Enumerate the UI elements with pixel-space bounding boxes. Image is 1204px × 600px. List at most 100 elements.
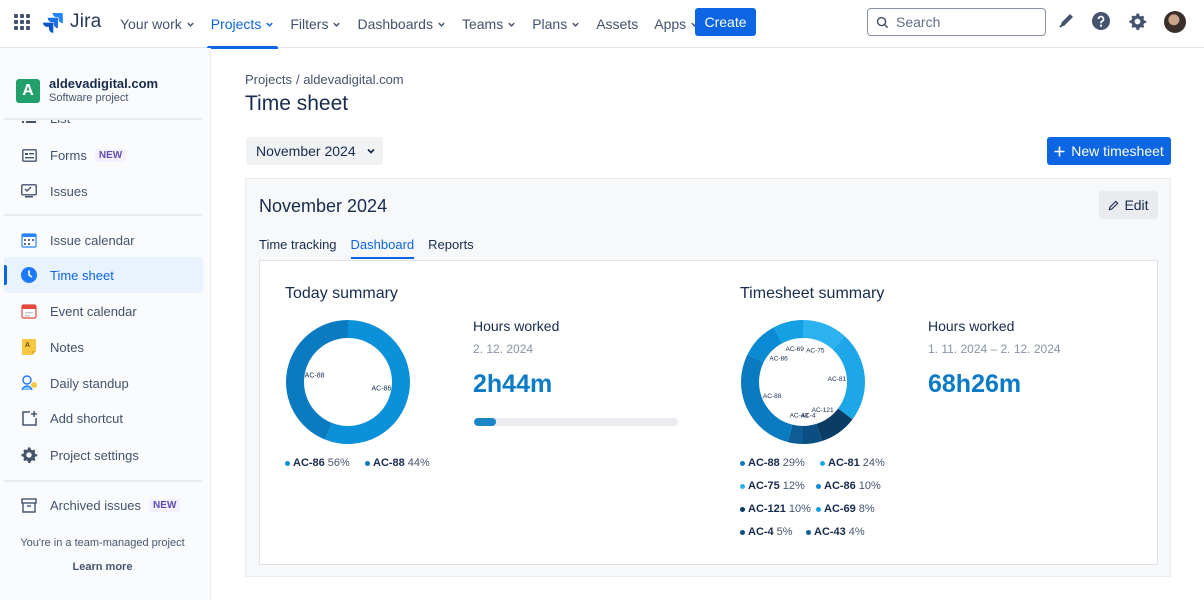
nav-dashboards[interactable]: Dashboards bbox=[349, 0, 454, 48]
legend-dot bbox=[820, 460, 825, 466]
chevron-down-icon bbox=[266, 22, 274, 27]
app-switcher-icon[interactable] bbox=[14, 14, 30, 30]
legend-percent: 10% bbox=[858, 480, 881, 492]
breadcrumb-projects[interactable]: Projects bbox=[245, 72, 292, 87]
legend-key: AC-4 bbox=[748, 526, 774, 538]
sidebar-item-event-calendar[interactable]: Event calendar bbox=[4, 293, 203, 329]
legend-dot bbox=[365, 460, 370, 466]
legend-dot bbox=[806, 529, 811, 535]
donut-label-ac-75: AC-75 bbox=[806, 347, 825, 354]
sidebar-item-label: Add shortcut bbox=[50, 410, 123, 426]
gear-icon[interactable] bbox=[1127, 11, 1147, 31]
timesheet-panel: November 2024 Edit Time tracking Dashboa… bbox=[245, 178, 1171, 577]
event-calendar-icon bbox=[20, 302, 38, 320]
nav-label: Dashboards bbox=[357, 16, 433, 32]
new-timesheet-label: New timesheet bbox=[1071, 143, 1164, 159]
jira-logo[interactable]: Jira bbox=[42, 11, 101, 33]
today-date: 2. 12. 2024 bbox=[473, 342, 534, 356]
chevron-down-icon bbox=[508, 22, 515, 27]
avatar[interactable] bbox=[1164, 11, 1186, 33]
sidebar-item-issue-calendar[interactable]: Issue calendar bbox=[4, 222, 203, 258]
jira-logo-icon bbox=[43, 13, 63, 33]
plus-icon bbox=[1054, 146, 1065, 156]
nav-teams[interactable]: Teams bbox=[454, 0, 524, 48]
donut-label-ac-86: AC-86 bbox=[769, 355, 788, 362]
search-placeholder: Search bbox=[896, 14, 941, 30]
project-name: aldevadigital.com bbox=[49, 76, 159, 91]
tab-reports[interactable]: Reports bbox=[428, 237, 474, 259]
legend-key: AC-88 bbox=[748, 457, 780, 469]
pencil-icon bbox=[1109, 200, 1119, 210]
tab-time-tracking[interactable]: Time tracking bbox=[259, 237, 337, 259]
help-icon[interactable] bbox=[1091, 11, 1111, 31]
create-button[interactable]: Create bbox=[695, 8, 756, 36]
legend-dot bbox=[740, 460, 745, 466]
nav-assets[interactable]: Assets bbox=[588, 0, 646, 48]
nav-plans[interactable]: Plans bbox=[524, 0, 588, 48]
today-progress-bar bbox=[474, 418, 678, 426]
new-timesheet-button[interactable]: New timesheet bbox=[1047, 137, 1171, 165]
breadcrumb-project[interactable]: / aldevadigital.com bbox=[296, 72, 404, 87]
project-header[interactable]: A aldevadigital.com Software project bbox=[16, 76, 158, 105]
sidebar-item-label: Time sheet bbox=[50, 267, 114, 283]
sidebar-item-add-shortcut[interactable]: Add shortcut bbox=[4, 400, 203, 436]
legend-item: AC-88 29% bbox=[740, 457, 805, 469]
sidebar-item-label: Forms bbox=[50, 147, 87, 163]
legend-percent: 5% bbox=[776, 526, 793, 538]
legend-key: AC-86 bbox=[293, 457, 325, 469]
donut-label-ac-88: AC-88 bbox=[305, 373, 325, 380]
gear-icon bbox=[20, 446, 38, 464]
archive-icon bbox=[20, 496, 38, 514]
sidebar-item-project-settings[interactable]: Project settings bbox=[4, 437, 203, 473]
month-selector[interactable]: November 2024 bbox=[246, 137, 383, 165]
learn-more-link[interactable]: Learn more bbox=[0, 561, 205, 573]
timesheet-hours-value: 68h26m bbox=[928, 370, 1022, 398]
sidebar-item-archived-issues[interactable]: Archived issues NEW bbox=[4, 487, 203, 523]
nav-label: Plans bbox=[532, 16, 568, 32]
sidebar-item-label: Issues bbox=[50, 183, 88, 199]
legend-key: AC-69 bbox=[824, 503, 856, 515]
notifications-icon[interactable] bbox=[1056, 11, 1076, 31]
nav-filters[interactable]: Filters bbox=[282, 0, 349, 48]
sidebar-item-label: Issue calendar bbox=[50, 232, 135, 248]
sidebar-item-forms[interactable]: Forms NEW bbox=[4, 137, 203, 173]
sidebar-item-daily-standup[interactable]: Daily standup bbox=[4, 365, 203, 401]
sidebar-item-issues[interactable]: Issues bbox=[4, 173, 203, 209]
sidebar-divider bbox=[4, 214, 203, 216]
sidebar-item-time-sheet[interactable]: Time sheet bbox=[4, 257, 203, 293]
donut-label-ac-88: AC-88 bbox=[763, 393, 782, 400]
sidebar-divider bbox=[4, 480, 203, 482]
month-selector-value: November 2024 bbox=[256, 143, 356, 159]
today-donut-chart: AC-86 AC-88 bbox=[286, 320, 410, 444]
edit-button[interactable]: Edit bbox=[1099, 191, 1158, 219]
nav-label: Teams bbox=[461, 16, 504, 32]
legend-dot bbox=[740, 506, 745, 512]
sidebar-item-notes[interactable]: A Notes bbox=[4, 329, 203, 365]
nav-your-work[interactable]: Your work bbox=[112, 0, 203, 48]
project-avatar: A bbox=[16, 79, 40, 103]
forms-icon bbox=[20, 146, 38, 164]
tab-dashboard[interactable]: Dashboard bbox=[350, 237, 415, 259]
legend-percent: 44% bbox=[407, 457, 430, 469]
donut-slice-ac-88[interactable] bbox=[286, 320, 348, 440]
sidebar-item-label: Daily standup bbox=[50, 375, 129, 391]
search-input[interactable]: Search bbox=[867, 8, 1046, 36]
legend-dot bbox=[816, 483, 821, 489]
legend-item: AC-4 5% bbox=[740, 526, 793, 538]
legend-percent: 4% bbox=[848, 526, 865, 538]
nav-projects[interactable]: Projects bbox=[203, 0, 283, 49]
notes-icon: A bbox=[20, 338, 38, 356]
panel-title: November 2024 bbox=[259, 196, 388, 216]
page-title: Time sheet bbox=[245, 92, 349, 115]
chevron-down-icon bbox=[187, 22, 194, 27]
dashboard-content: Today summary AC-86 AC-88 Hours worked 2.… bbox=[259, 260, 1158, 565]
legend-item: AC-69 8% bbox=[816, 503, 875, 515]
chevron-down-icon bbox=[572, 22, 579, 27]
legend-key: AC-86 bbox=[824, 480, 856, 492]
nav-label: Filters bbox=[290, 16, 329, 32]
legend-dot bbox=[816, 506, 821, 512]
sidebar-item-label: Event calendar bbox=[50, 303, 137, 319]
legend-percent: 29% bbox=[782, 457, 805, 469]
clock-icon bbox=[20, 266, 38, 284]
donut-label-ac-69: AC-69 bbox=[785, 346, 804, 353]
